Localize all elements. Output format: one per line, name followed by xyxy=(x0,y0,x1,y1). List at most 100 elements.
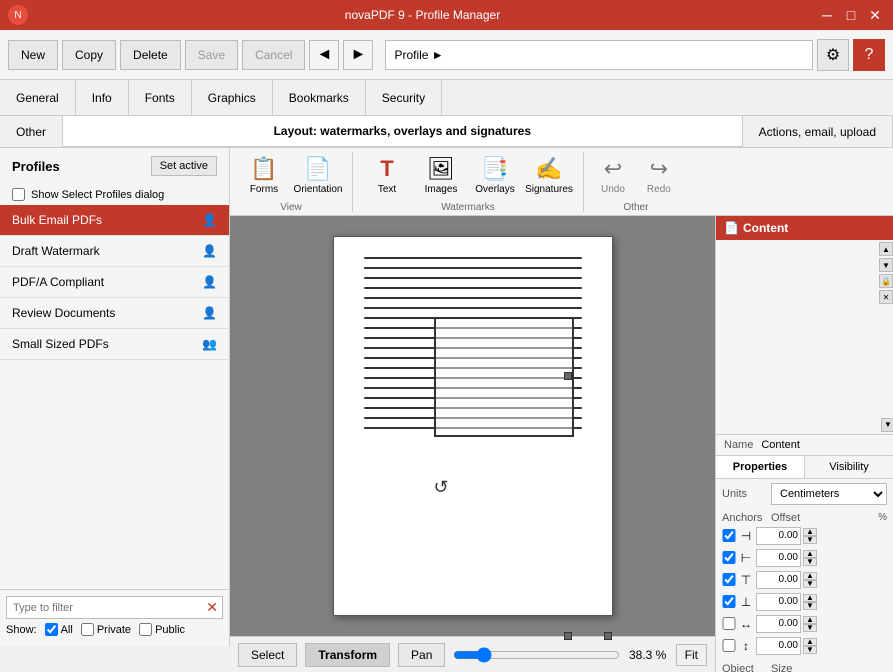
redo-icon: ↪ xyxy=(650,156,668,182)
canvas-area[interactable]: ↺ Select Transform Pan 38.3 % Fit xyxy=(230,216,715,672)
anchor-row-0: ⊣ ▲ ▼ xyxy=(722,527,887,545)
anchor-down-1[interactable]: ▼ xyxy=(803,558,817,566)
anchor-spinner-3: ▲ ▼ xyxy=(803,594,817,610)
anchor-offset-1[interactable] xyxy=(756,549,801,567)
delete-button[interactable]: Delete xyxy=(120,40,181,70)
anchor-check-1[interactable] xyxy=(722,551,736,564)
cancel-button[interactable]: Cancel xyxy=(242,40,305,70)
separator-2 xyxy=(583,152,584,212)
tab-info[interactable]: Info xyxy=(76,80,129,115)
help-button[interactable]: ? xyxy=(853,39,885,71)
tab-general[interactable]: General xyxy=(0,80,76,115)
anchors-header-row: Anchors Offset % xyxy=(722,512,887,524)
save-button[interactable]: Save xyxy=(185,40,238,70)
zoom-slider[interactable] xyxy=(453,647,619,663)
anchor-icon-hcenter: ↔ xyxy=(738,617,754,631)
profile-item-small[interactable]: Small Sized PDFs 👥 xyxy=(0,329,229,360)
private-checkbox[interactable] xyxy=(81,623,94,636)
new-button[interactable]: New xyxy=(8,40,58,70)
profile-item-draft-watermark[interactable]: Draft Watermark 👤 xyxy=(0,236,229,267)
text-icon: T xyxy=(380,156,393,182)
anchor-down-0[interactable]: ▼ xyxy=(803,536,817,544)
minimize-button[interactable]: ─ xyxy=(817,7,837,24)
handle-br[interactable] xyxy=(604,632,612,640)
action-down-button[interactable]: ▼ xyxy=(879,258,893,272)
units-select[interactable]: Centimeters xyxy=(771,483,887,505)
tab-visibility[interactable]: Visibility xyxy=(805,456,893,478)
anchor-check-0[interactable] xyxy=(722,529,736,542)
anchor-down-4[interactable]: ▼ xyxy=(803,624,817,632)
undo-redo-buttons: ↩ Undo ↪ Redo xyxy=(592,151,680,200)
text-button[interactable]: T Text xyxy=(361,151,413,200)
anchor-down-2[interactable]: ▼ xyxy=(803,580,817,588)
page-line xyxy=(364,267,582,269)
page-line xyxy=(364,257,582,259)
select-button[interactable]: Select xyxy=(238,643,297,667)
anchor-offset-4[interactable] xyxy=(756,615,801,633)
show-row: Show: All Private Public xyxy=(6,619,223,640)
anchor-row-1: ⊢ ▲ ▼ xyxy=(722,549,887,567)
forward-button[interactable]: ► xyxy=(343,40,373,70)
tab-graphics[interactable]: Graphics xyxy=(192,80,273,115)
images-button[interactable]: 🖼 Images xyxy=(415,151,467,200)
handle-tl[interactable] xyxy=(564,372,572,380)
transform-button[interactable]: Transform xyxy=(305,643,390,667)
anchor-check-3[interactable] xyxy=(722,595,736,608)
copy-button[interactable]: Copy xyxy=(62,40,116,70)
fit-button[interactable]: Fit xyxy=(676,644,707,666)
action-lock-button[interactable]: 🔒 xyxy=(879,274,893,288)
settings-button[interactable]: ⚙ xyxy=(817,39,849,71)
anchor-down-5[interactable]: ▼ xyxy=(803,646,817,654)
tab-other[interactable]: Other xyxy=(0,116,63,147)
window-title: novaPDF 9 - Profile Manager xyxy=(28,8,817,22)
tab-actions[interactable]: Actions, email, upload xyxy=(743,116,893,147)
all-checkbox[interactable] xyxy=(45,623,58,636)
tab-bookmarks[interactable]: Bookmarks xyxy=(273,80,366,115)
show-select-checkbox[interactable] xyxy=(12,188,25,201)
canvas-bottom-toolbar: Select Transform Pan 38.3 % Fit xyxy=(230,636,715,672)
show-all-option[interactable]: All xyxy=(45,623,73,636)
right-panel-properties: Units Centimeters Anchors Offset % xyxy=(716,479,893,672)
profile-item-pdfa[interactable]: PDF/A Compliant 👤 xyxy=(0,267,229,298)
profile-input[interactable] xyxy=(385,40,813,70)
show-private-option[interactable]: Private xyxy=(81,623,131,636)
handle-bl[interactable] xyxy=(564,632,572,640)
sidebar-filter: ✕ Show: All Private Public xyxy=(0,589,229,646)
rotate-handle[interactable]: ↺ xyxy=(434,477,449,498)
filter-input[interactable] xyxy=(7,598,202,618)
pan-button[interactable]: Pan xyxy=(398,643,445,667)
content-icon: 📄 xyxy=(724,221,739,235)
anchor-check-4[interactable] xyxy=(722,617,736,630)
profile-item-bulk-email[interactable]: Bulk Email PDFs 👤 xyxy=(0,205,229,236)
tab-security[interactable]: Security xyxy=(366,80,442,115)
window-controls: ─ □ ✕ xyxy=(817,7,885,24)
public-checkbox[interactable] xyxy=(139,623,152,636)
anchor-offset-0[interactable] xyxy=(756,527,801,545)
close-button[interactable]: ✕ xyxy=(865,7,885,24)
profile-item-review[interactable]: Review Documents 👤 xyxy=(0,298,229,329)
anchor-offset-2[interactable] xyxy=(756,571,801,589)
tab-layout[interactable]: Layout: watermarks, overlays and signatu… xyxy=(63,116,743,147)
anchor-check-2[interactable] xyxy=(722,573,736,586)
anchor-down-3[interactable]: ▼ xyxy=(803,602,817,610)
redo-button[interactable]: ↪ Redo xyxy=(638,151,680,200)
other-section-label: Other xyxy=(623,200,648,213)
tab-fonts[interactable]: Fonts xyxy=(129,80,192,115)
action-delete-button[interactable]: ✕ xyxy=(879,290,893,304)
signatures-button[interactable]: ✍ Signatures xyxy=(523,151,575,200)
object-label: Object xyxy=(722,663,767,672)
show-public-option[interactable]: Public xyxy=(139,623,185,636)
forms-button[interactable]: 📋 Forms xyxy=(238,151,290,200)
maximize-button[interactable]: □ xyxy=(841,7,861,24)
filter-clear-icon[interactable]: ✕ xyxy=(202,597,222,618)
anchor-offset-3[interactable] xyxy=(756,593,801,611)
back-button[interactable]: ◄ xyxy=(309,40,339,70)
watermark-overlay[interactable] xyxy=(434,317,574,437)
lock-icon-button[interactable]: ▲ xyxy=(879,242,893,256)
set-active-button[interactable]: Set active xyxy=(151,156,217,176)
undo-button[interactable]: ↩ Undo xyxy=(592,151,634,200)
signatures-label: Signatures xyxy=(525,184,573,195)
orientation-button[interactable]: 📄 Orientation xyxy=(292,151,344,200)
tab-properties[interactable]: Properties xyxy=(716,456,805,478)
overlays-button[interactable]: 📑 Overlays xyxy=(469,151,521,200)
